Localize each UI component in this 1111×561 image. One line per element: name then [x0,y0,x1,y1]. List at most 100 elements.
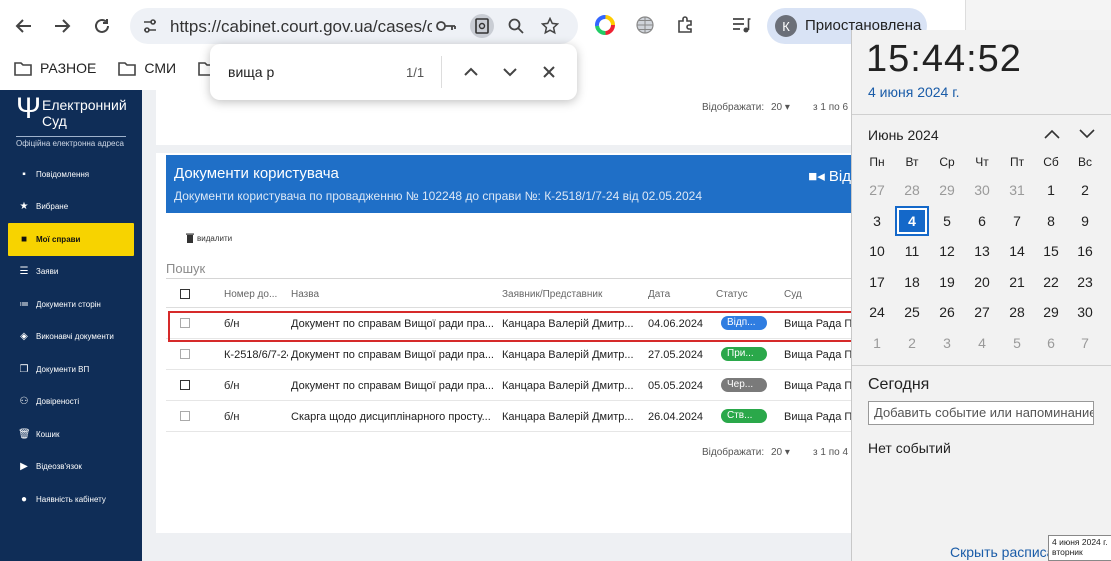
calendar-day[interactable]: 29 [1036,299,1066,325]
find-next-button[interactable] [496,58,524,86]
row-checkbox[interactable] [180,349,190,359]
select-all-checkbox[interactable] [180,289,190,299]
sidebar-item-party-documents[interactable]: ≔ Документи сторін [0,288,142,321]
calendar-day[interactable]: 30 [967,177,997,203]
calendar-day[interactable]: 24 [862,299,892,325]
sidebar-item-enforcement-documents[interactable]: ◈ Виконавчі документи [0,321,142,354]
address-bar[interactable]: https://cabinet.court.gov.ua/cases/ca... [130,8,578,44]
calendar-day[interactable]: 3 [862,208,892,234]
calendar-day[interactable]: 28 [897,177,927,203]
sidebar-item-applications[interactable]: ☰ Заяви [0,256,142,289]
forward-button[interactable] [46,10,78,42]
calendar-day[interactable]: 2 [897,330,927,356]
logo[interactable]: Ψ Електронний Суд Офіційна електронна ад… [16,94,127,148]
calendar-day[interactable]: 7 [1002,208,1032,234]
bookmark-folder-raznoe[interactable]: РАЗНОЕ [14,58,96,78]
table-row[interactable]: К-2518/6/7-24 Документ по справам Вищої … [166,339,851,370]
calendar-day[interactable]: 1 [862,330,892,356]
row-checkbox[interactable] [180,411,190,421]
calendar-day[interactable]: 15 [1036,238,1066,264]
cell-name[interactable]: Документ по справам Вищої ради пра... [291,349,496,361]
extensions-icon[interactable] [672,12,698,38]
column-header-date[interactable]: Дата [648,289,670,300]
cell-name[interactable]: Документ по справам Вищої ради пра... [291,380,496,392]
calendar-day[interactable]: 5 [1002,330,1032,356]
calendar-day[interactable]: 4 [967,330,997,356]
page-size-select[interactable]: 20 ▾ [771,447,790,458]
column-header-applicant[interactable]: Заявник/Представник [502,289,602,300]
bookmark-star-icon[interactable] [540,16,560,36]
next-month-button[interactable] [1077,124,1097,144]
calendar-day[interactable]: 7 [1070,330,1100,356]
calendar-day[interactable]: 29 [932,177,962,203]
find-close-button[interactable] [535,58,563,86]
calendar-day[interactable]: 26 [932,299,962,325]
calendar-day[interactable]: 17 [862,269,892,295]
search-input[interactable]: Пошук [166,261,205,276]
calendar-day[interactable]: 2 [1070,177,1100,203]
calendar-day[interactable]: 9 [1070,208,1100,234]
calendar-day[interactable]: 27 [967,299,997,325]
date-link[interactable]: 4 июня 2024 г. [868,84,960,100]
calendar-day[interactable]: 8 [1036,208,1066,234]
sidebar-item-favorites[interactable]: ★ Вибране [0,191,142,224]
key-icon[interactable] [436,16,456,36]
calendar-day[interactable]: 10 [862,238,892,264]
video-button[interactable]: ■◂ Від [808,167,851,185]
calendar-day[interactable]: 5 [932,208,962,234]
site-settings-icon[interactable] [140,16,160,36]
add-event-input[interactable]: Добавить событие или напоминание [868,401,1094,425]
calendar-day[interactable]: 28 [1002,299,1032,325]
sidebar-item-video[interactable]: ▶ Відеозв'язок [0,451,142,484]
calendar-day[interactable]: 27 [862,177,892,203]
calendar-day[interactable]: 12 [932,238,962,264]
page-size-select[interactable]: 20 ▾ [771,102,790,113]
find-input[interactable]: вища р [228,64,274,80]
sidebar-item-trash[interactable]: 🗑 Кошик [0,418,142,451]
table-row[interactable]: б/н Документ по справам Вищої ради пра..… [166,370,851,401]
calendar-day[interactable]: 20 [967,269,997,295]
calendar-day[interactable]: 30 [1070,299,1100,325]
calendar-day[interactable]: 13 [967,238,997,264]
url-text[interactable]: https://cabinet.court.gov.ua/cases/ca... [170,17,432,37]
back-button[interactable] [8,10,40,42]
media-control-icon[interactable] [728,12,754,38]
sidebar-item-notifications[interactable]: ▪ Повідомлення [0,158,142,191]
month-label[interactable]: Июнь 2024 [868,127,939,143]
column-header-status[interactable]: Статус [716,289,748,300]
zoom-icon[interactable] [506,16,526,36]
calendar-day-today[interactable]: 4 [895,205,929,236]
calendar-day[interactable]: 6 [967,208,997,234]
calendar-day[interactable]: 22 [1036,269,1066,295]
color-picker-extension-icon[interactable] [592,12,618,38]
sidebar-item-powers-of-attorney[interactable]: ⚇ Довіреності [0,386,142,419]
calendar-day[interactable]: 11 [897,238,927,264]
calendar-day[interactable]: 19 [932,269,962,295]
column-header-court[interactable]: Суд [784,289,802,300]
calendar-day[interactable]: 25 [897,299,927,325]
calendar-day[interactable]: 18 [897,269,927,295]
bookmark-folder-smi[interactable]: СМИ [118,58,176,78]
reload-button[interactable] [86,10,118,42]
table-row[interactable]: б/н Скарга щодо дисциплінарного просту..… [166,401,851,432]
delete-button[interactable]: видалити [186,233,232,243]
column-header-name[interactable]: Назва [291,289,319,300]
row-checkbox[interactable] [180,380,190,390]
calendar-day[interactable]: 31 [1002,177,1032,203]
sidebar-item-my-cases[interactable]: ■ Мої справи [8,223,134,256]
calendar-day[interactable]: 16 [1070,238,1100,264]
cell-name[interactable]: Скарга щодо дисциплінарного просту... [291,411,496,423]
calendar-day[interactable]: 1 [1036,177,1066,203]
previous-month-button[interactable] [1042,124,1062,144]
calendar-day[interactable]: 21 [1002,269,1032,295]
calendar-day[interactable]: 3 [932,330,962,356]
globe-extension-icon[interactable] [632,12,658,38]
calendar-day[interactable]: 14 [1002,238,1032,264]
find-previous-button[interactable] [457,58,485,86]
reader-mode-icon[interactable] [470,14,494,38]
calendar-day[interactable]: 23 [1070,269,1100,295]
sidebar-item-vp-documents[interactable]: ❐ Документи ВП [0,353,142,386]
column-header-number[interactable]: Номер до... [224,289,277,300]
sidebar-item-cabinet-availability[interactable]: ● Наявність кабінету [0,483,142,516]
calendar-day[interactable]: 6 [1036,330,1066,356]
